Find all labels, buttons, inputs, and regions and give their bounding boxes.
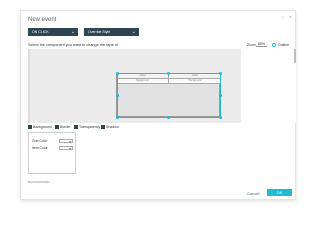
zoom-select[interactable]: 86% [256, 42, 268, 47]
resize-handle[interactable] [115, 93, 119, 97]
resize-handle[interactable] [218, 115, 222, 119]
ok-button[interactable]: OK [267, 189, 292, 196]
chevron-down-icon: ▾ [69, 139, 71, 144]
resize-handle[interactable] [218, 71, 222, 75]
action-dropdown[interactable]: Override Style ⌄ [84, 28, 139, 36]
dialog-title: New event [28, 17, 57, 23]
instruction-text: Select the component you want to change … [28, 43, 119, 47]
cancel-button[interactable]: Cancel [247, 191, 259, 196]
resize-handle[interactable] [115, 71, 119, 75]
preview-canvas[interactable]: Label Label Background Background [28, 49, 296, 123]
table-cell: Background [169, 79, 221, 84]
restore-icon[interactable]: ▫ [282, 15, 284, 21]
event-trigger-dropdown[interactable]: ON CLICK ⌄ [28, 28, 78, 36]
checkbox-icon [28, 125, 32, 129]
chevron-down-icon: ⌄ [70, 29, 75, 35]
shadow-checkbox[interactable]: Shadow [101, 125, 119, 129]
canvas-left-edge [28, 49, 30, 123]
canvas-right-area [241, 49, 296, 123]
new-event-dialog: New event ▫ × ON CLICK ⌄ Override Style … [20, 10, 296, 200]
item-color-label: Item Color [32, 146, 48, 150]
zoom-label: Zoom [247, 43, 256, 47]
resize-handle[interactable] [167, 71, 170, 75]
grid-color-label: Grid Color [32, 139, 48, 143]
border-checkbox[interactable]: Border [55, 125, 71, 129]
outline-radio[interactable] [272, 42, 276, 47]
resize-handle[interactable] [218, 93, 222, 97]
action-label: Override Style [88, 30, 111, 34]
item-color-select[interactable]: ▾ [59, 145, 73, 151]
background-checkbox[interactable]: Background [28, 125, 52, 129]
resize-handle[interactable] [115, 115, 119, 119]
checkbox-icon [74, 125, 78, 129]
canvas-scrollbar[interactable] [294, 49, 296, 63]
outline-label: Outline [278, 43, 290, 47]
properties-panel: Grid Color ▾ Item Color ▾ [28, 132, 76, 174]
table-component[interactable]: Label Label Background Background [116, 73, 221, 117]
checkbox-icon [55, 125, 59, 129]
transparency-checkbox[interactable]: Transparency [74, 125, 100, 129]
table-cell: Background [117, 79, 169, 84]
grid-color-select[interactable]: ▾ [59, 138, 73, 144]
chevron-down-icon: ⌄ [131, 29, 136, 35]
checkbox-icon [101, 125, 105, 129]
event-trigger-label: ON CLICK [32, 30, 49, 34]
background-caption: BACKGROUND [28, 180, 50, 184]
resize-handle[interactable] [167, 115, 170, 119]
close-icon[interactable]: × [289, 15, 292, 21]
chevron-down-icon: ▾ [69, 146, 71, 151]
